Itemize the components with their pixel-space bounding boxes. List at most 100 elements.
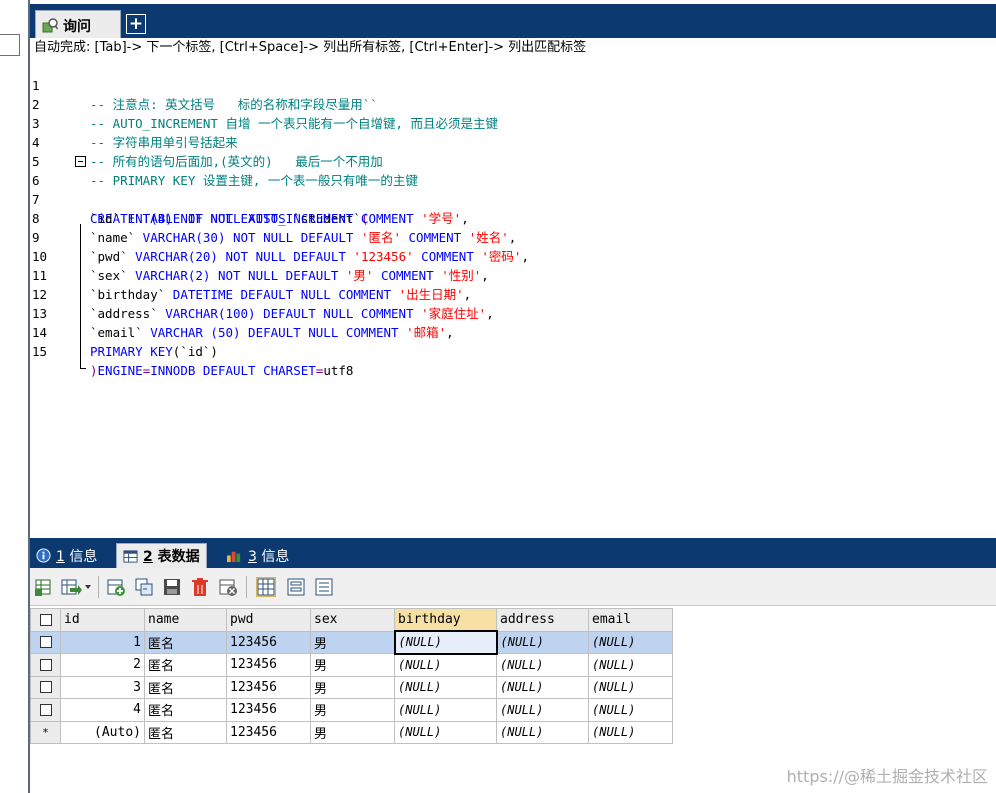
- cell-name[interactable]: 匿名: [144, 698, 227, 722]
- tab-query[interactable]: 询问: [35, 10, 121, 40]
- duplicate-row-icon[interactable]: [134, 577, 154, 597]
- toolbar-separator: [98, 576, 99, 598]
- code-line: 2 -- AUTO_INCREMENT 自增 一个表只能有一个自增键, 而且必须…: [30, 76, 996, 131]
- row-checkbox[interactable]: [30, 698, 61, 722]
- save-icon[interactable]: [162, 577, 182, 597]
- export-icon[interactable]: [34, 577, 54, 597]
- form-view-icon[interactable]: [286, 577, 306, 597]
- cell-email[interactable]: (NULL): [588, 720, 673, 744]
- sql-keyword: PRIMARY KEY: [90, 344, 173, 359]
- row-checkbox[interactable]: [30, 675, 61, 699]
- column-header-birthday[interactable]: birthday: [394, 608, 497, 632]
- cell-id[interactable]: 4: [60, 698, 145, 722]
- tab-number: 1: [56, 548, 65, 565]
- table-row[interactable]: 2 匿名 123456 男 (NULL) (NULL) (NULL): [30, 653, 673, 677]
- column-header-id[interactable]: id: [60, 608, 145, 632]
- sql-paren: ): [90, 363, 98, 378]
- cell-pwd[interactable]: 123456: [226, 720, 311, 744]
- left-margin: [0, 0, 30, 793]
- select-all-checkbox[interactable]: [30, 608, 61, 632]
- table-row[interactable]: 1 匿名 123456 男 (NULL) (NULL) (NULL): [30, 630, 673, 655]
- tab-number: 2: [143, 549, 153, 565]
- cell-address[interactable]: (NULL): [496, 698, 589, 722]
- tab-info-label: 3 信息: [248, 546, 289, 566]
- result-tab-bar: 1 信息 2 表数据 3 信息: [30, 538, 996, 568]
- cell-email[interactable]: (NULL): [588, 653, 673, 677]
- cell-birthday[interactable]: (NULL): [394, 698, 497, 722]
- cell-id[interactable]: (Auto): [60, 720, 145, 744]
- cell-sex[interactable]: 男: [310, 675, 395, 699]
- cell-id[interactable]: 1: [60, 630, 145, 654]
- column-header-pwd[interactable]: pwd: [226, 608, 311, 632]
- code-line: 12 `address` VARCHAR(100) DEFAULT NULL C…: [30, 266, 996, 321]
- tab-table-data[interactable]: 2 表数据: [116, 543, 207, 568]
- import-dropdown-icon[interactable]: [60, 577, 92, 597]
- code-line: 13 `email` VARCHAR (50) DEFAULT NULL COM…: [30, 285, 996, 340]
- column-header-address[interactable]: address: [496, 608, 589, 632]
- cell-sex[interactable]: 男: [310, 630, 395, 654]
- cell-address[interactable]: (NULL): [496, 675, 589, 699]
- text-view-icon[interactable]: [314, 577, 334, 597]
- cell-id[interactable]: 3: [60, 675, 145, 699]
- query-icon: [42, 17, 59, 34]
- cell-sex[interactable]: 男: [310, 698, 395, 722]
- row-checkbox[interactable]: [30, 630, 61, 654]
- code-line: 10 `sex` VARCHAR(2) NOT NULL DEFAULT '男'…: [30, 228, 996, 283]
- column-header-name[interactable]: name: [144, 608, 227, 632]
- sql-identifier: utf8: [323, 363, 354, 378]
- code-line: 11 `birthday` DATETIME DEFAULT NULL COMM…: [30, 247, 996, 302]
- result-grid: id name pwd sex birthday address email 1…: [30, 608, 673, 744]
- tab-messages-label: 1 信息: [56, 546, 97, 566]
- cell-address[interactable]: (NULL): [496, 720, 589, 744]
- sql-editor[interactable]: 1 -- 注意点: 英文括号 标的名称和字段尽量用`` 2 -- AUTO_IN…: [30, 57, 996, 535]
- cell-email[interactable]: (NULL): [588, 698, 673, 722]
- query-tab-bar: 询问 +: [30, 0, 996, 40]
- delete-icon[interactable]: [190, 577, 210, 597]
- cell-birthday[interactable]: (NULL): [394, 653, 497, 677]
- column-header-email[interactable]: email: [588, 608, 673, 632]
- sql-identifier: (`id`): [172, 344, 218, 359]
- cell-name[interactable]: 匿名: [144, 720, 227, 744]
- cell-name[interactable]: 匿名: [144, 630, 227, 654]
- tab-query-label: 询问: [63, 18, 91, 35]
- grid-view-icon[interactable]: [256, 577, 276, 597]
- tab-info[interactable]: 3 信息: [226, 543, 289, 568]
- code-line: 5 -- PRIMARY KEY 设置主键, 一个表一般只有唯一的主键: [30, 133, 996, 188]
- line-number: 15: [32, 344, 48, 359]
- cell-id[interactable]: 2: [60, 653, 145, 677]
- code-line: 4 -- 所有的语句后面加,(英文的) 最后一个不用加: [30, 114, 996, 169]
- cell-email[interactable]: (NULL): [588, 630, 673, 654]
- new-row-marker: *: [30, 720, 61, 744]
- add-query-tab-button[interactable]: +: [126, 14, 146, 34]
- cell-pwd[interactable]: 123456: [226, 698, 311, 722]
- watermark: https://@稀土掘金技术社区: [786, 767, 988, 786]
- cell-name[interactable]: 匿名: [144, 653, 227, 677]
- cell-address[interactable]: (NULL): [496, 630, 589, 654]
- row-checkbox[interactable]: [30, 653, 61, 677]
- fold-toggle-icon[interactable]: [75, 156, 86, 167]
- cell-name[interactable]: 匿名: [144, 675, 227, 699]
- toolbar-separator: [246, 576, 247, 598]
- tab-table-data-label: 2 表数据: [143, 546, 200, 566]
- tab-text: 信息: [256, 548, 290, 565]
- chart-icon: [227, 551, 241, 563]
- cancel-changes-icon[interactable]: [218, 577, 238, 597]
- cell-sex[interactable]: 男: [310, 653, 395, 677]
- code-line: 6 CREATE TABLE IF NOT EXISTS `student`(: [30, 152, 996, 226]
- cell-address[interactable]: (NULL): [496, 653, 589, 677]
- tab-messages[interactable]: 1 信息: [36, 543, 97, 568]
- cell-birthday[interactable]: (NULL): [393, 630, 498, 655]
- new-row[interactable]: * (Auto) 匿名 123456 男 (NULL) (NULL) (NULL…: [30, 720, 673, 744]
- cell-birthday[interactable]: (NULL): [394, 675, 497, 699]
- cell-pwd[interactable]: 123456: [226, 653, 311, 677]
- column-header-sex[interactable]: sex: [310, 608, 395, 632]
- cell-sex[interactable]: 男: [310, 720, 395, 744]
- autocomplete-hint: 自动完成: [Tab]-> 下一个标签, [Ctrl+Space]-> 列出所有…: [30, 38, 996, 57]
- table-row[interactable]: 4 匿名 123456 男 (NULL) (NULL) (NULL): [30, 698, 673, 722]
- add-row-icon[interactable]: [106, 577, 126, 597]
- cell-email[interactable]: (NULL): [588, 675, 673, 699]
- cell-pwd[interactable]: 123456: [226, 675, 311, 699]
- cell-pwd[interactable]: 123456: [226, 630, 311, 654]
- cell-birthday[interactable]: (NULL): [394, 720, 497, 744]
- table-row[interactable]: 3 匿名 123456 男 (NULL) (NULL) (NULL): [30, 675, 673, 699]
